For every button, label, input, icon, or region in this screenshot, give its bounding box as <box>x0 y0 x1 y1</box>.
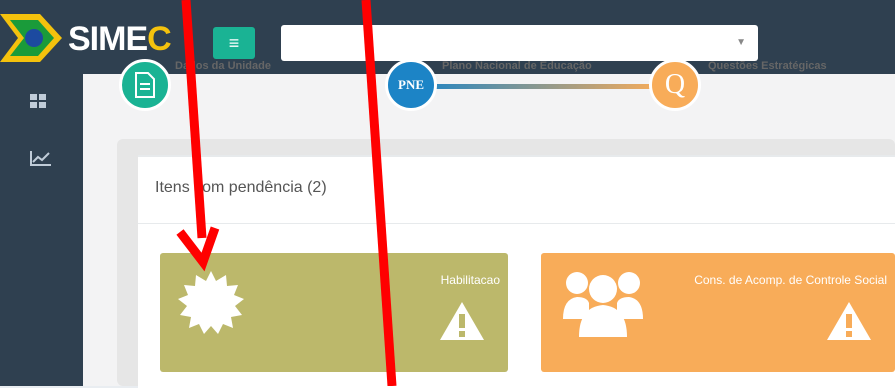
badge-seal-icon <box>178 271 244 334</box>
tile-title: Cons. de Acomp. de Controle Social <box>694 273 887 287</box>
step-3-label[interactable]: Questões Estratégicas <box>708 60 827 74</box>
step-2-label[interactable]: Plano Nacional de Educação <box>442 60 592 74</box>
step-1-circle[interactable] <box>119 59 171 111</box>
logo-text-yellow: C <box>147 20 172 58</box>
hamburger-icon: ≡ <box>228 32 240 53</box>
unit-select[interactable]: ▼ <box>281 25 758 61</box>
warning-icon <box>440 302 484 340</box>
brazil-flag-logo-icon <box>0 14 62 62</box>
users-group-icon <box>563 272 643 337</box>
step-1-label[interactable]: Dados da Unidade <box>175 60 271 74</box>
step-3-badge: Q <box>664 69 686 100</box>
dashboard-grid-icon[interactable] <box>30 94 46 113</box>
document-icon <box>135 72 155 98</box>
step-2-circle[interactable]: PNE <box>385 59 437 111</box>
tile-controle-social[interactable]: Cons. de Acomp. de Controle Social <box>541 253 895 372</box>
warning-icon <box>827 302 871 340</box>
panel-title: Itens com pendência (2) <box>155 179 327 196</box>
sidebar <box>0 74 83 386</box>
menu-toggle-button[interactable]: ≡ <box>213 27 255 59</box>
logo-text: SIMEC <box>68 20 172 59</box>
tile-habilitacao[interactable]: Habilitacao <box>160 253 508 372</box>
wizard-steps: Dados da Unidade PNE Plano Nacional de E… <box>115 59 895 124</box>
step-connector <box>415 84 660 89</box>
panel-divider <box>138 223 895 224</box>
step-2-badge: PNE <box>398 77 424 92</box>
tile-title: Habilitacao <box>440 273 500 287</box>
step-3-circle[interactable]: Q <box>649 59 701 111</box>
chevron-down-icon: ▼ <box>736 37 746 48</box>
line-chart-icon[interactable] <box>30 150 52 171</box>
logo-text-white: SIME <box>68 20 148 58</box>
